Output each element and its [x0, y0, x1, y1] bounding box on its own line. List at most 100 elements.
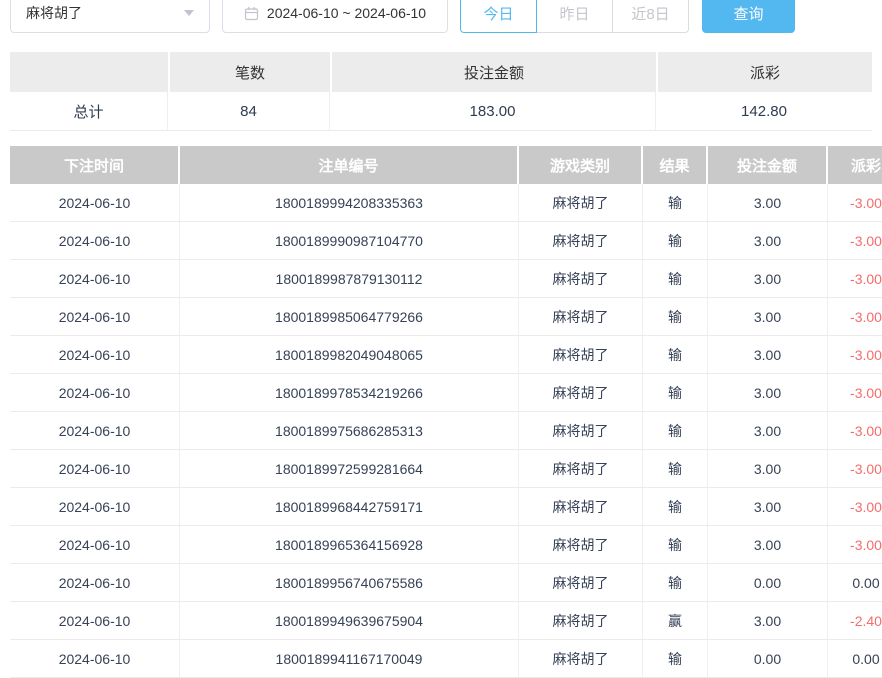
summary-total-label: 总计: [10, 92, 168, 131]
date-range-value: 2024-06-10 ~ 2024-06-10: [267, 5, 426, 21]
cell-result: 输: [643, 488, 708, 526]
last-8-days-button[interactable]: 近8日: [612, 0, 689, 33]
cell-id: 1800189987879130112: [180, 260, 519, 298]
cell-time: 2024-06-10: [10, 260, 180, 298]
cell-result: 输: [643, 412, 708, 450]
cell-id: 1800189941167170049: [180, 640, 519, 678]
table-row: 2024-06-101800189987879130112麻将胡了输3.00-3…: [10, 260, 882, 298]
header-payout: 派彩: [828, 146, 882, 184]
cell-game: 麻将胡了: [519, 260, 643, 298]
cell-result: 输: [643, 450, 708, 488]
cell-payout: -3.00: [828, 488, 882, 526]
cell-payout: -3.00: [828, 526, 882, 564]
cell-id: 1800189965364156928: [180, 526, 519, 564]
cell-payout: -3.00: [828, 260, 882, 298]
cell-payout: 0.00: [828, 640, 882, 678]
table-row: 2024-06-101800189975686285313麻将胡了输3.00-3…: [10, 412, 882, 450]
header-bet-amount: 投注金额: [708, 146, 826, 184]
game-select[interactable]: 麻将胡了: [10, 0, 210, 33]
cell-bet: 3.00: [708, 222, 828, 260]
cell-game: 麻将胡了: [519, 222, 643, 260]
cell-game: 麻将胡了: [519, 412, 643, 450]
cell-id: 1800189982049048065: [180, 336, 519, 374]
bet-table-header-row: 下注时间 注单编号 游戏类别 结果 投注金额 派彩: [10, 146, 882, 184]
cell-bet: 3.00: [708, 602, 828, 640]
cell-bet: 3.00: [708, 374, 828, 412]
summary-header-bet-amount: 投注金额: [332, 52, 656, 92]
summary-total-payout: 142.80: [656, 92, 872, 131]
summary-total-count: 84: [168, 92, 330, 131]
summary-header-row: 笔数 投注金额 派彩: [10, 52, 872, 92]
cell-game: 麻将胡了: [519, 602, 643, 640]
cell-game: 麻将胡了: [519, 640, 643, 678]
cell-result: 输: [643, 564, 708, 602]
cell-time: 2024-06-10: [10, 450, 180, 488]
cell-payout: -3.00: [828, 336, 882, 374]
cell-result: 输: [643, 640, 708, 678]
table-row: 2024-06-101800189949639675904麻将胡了赢3.00-2…: [10, 602, 882, 640]
cell-id: 1800189972599281664: [180, 450, 519, 488]
cell-payout: -3.00: [828, 450, 882, 488]
cell-game: 麻将胡了: [519, 336, 643, 374]
table-row: 2024-06-101800189941167170049麻将胡了输0.000.…: [10, 640, 882, 678]
cell-id: 1800189968442759171: [180, 488, 519, 526]
cell-bet: 0.00: [708, 640, 828, 678]
cell-time: 2024-06-10: [10, 298, 180, 336]
table-row: 2024-06-101800189978534219266麻将胡了输3.00-3…: [10, 374, 882, 412]
cell-time: 2024-06-10: [10, 602, 180, 640]
summary-header-blank: [10, 52, 168, 92]
cell-time: 2024-06-10: [10, 564, 180, 602]
cell-bet: 3.00: [708, 260, 828, 298]
today-button[interactable]: 今日: [460, 0, 537, 33]
yesterday-button[interactable]: 昨日: [536, 0, 613, 33]
cell-time: 2024-06-10: [10, 412, 180, 450]
summary-table: 笔数 投注金额 派彩 总计 84 183.00 142.80: [10, 52, 872, 131]
cell-id: 1800189990987104770: [180, 222, 519, 260]
cell-game: 麻将胡了: [519, 298, 643, 336]
table-row: 2024-06-101800189994208335363麻将胡了输3.00-3…: [10, 184, 882, 222]
cell-payout: -3.00: [828, 222, 882, 260]
cell-id: 1800189994208335363: [180, 184, 519, 222]
cell-result: 输: [643, 298, 708, 336]
cell-payout: 0.00: [828, 564, 882, 602]
cell-payout: -3.00: [828, 298, 882, 336]
cell-game: 麻将胡了: [519, 184, 643, 222]
cell-time: 2024-06-10: [10, 374, 180, 412]
search-button[interactable]: 查询: [702, 0, 795, 33]
cell-bet: 3.00: [708, 184, 828, 222]
cell-payout: -3.00: [828, 374, 882, 412]
cell-time: 2024-06-10: [10, 488, 180, 526]
header-result: 结果: [643, 146, 706, 184]
table-row: 2024-06-101800189985064779266麻将胡了输3.00-3…: [10, 298, 882, 336]
cell-time: 2024-06-10: [10, 526, 180, 564]
table-row: 2024-06-101800189965364156928麻将胡了输3.00-3…: [10, 526, 882, 564]
cell-time: 2024-06-10: [10, 184, 180, 222]
cell-payout: -2.40: [828, 602, 882, 640]
cell-id: 1800189975686285313: [180, 412, 519, 450]
summary-total-bet-amount: 183.00: [330, 92, 656, 131]
cell-bet: 3.00: [708, 488, 828, 526]
cell-bet: 3.00: [708, 412, 828, 450]
table-row: 2024-06-101800189982049048065麻将胡了输3.00-3…: [10, 336, 882, 374]
bet-records-table: 下注时间 注单编号 游戏类别 结果 投注金额 派彩 2024-06-101800…: [10, 146, 882, 678]
cell-id: 1800189956740675586: [180, 564, 519, 602]
summary-header-payout: 派彩: [658, 52, 872, 92]
cell-result: 输: [643, 184, 708, 222]
cell-id: 1800189985064779266: [180, 298, 519, 336]
header-game-type: 游戏类别: [519, 146, 641, 184]
table-row: 2024-06-101800189968442759171麻将胡了输3.00-3…: [10, 488, 882, 526]
table-row: 2024-06-101800189972599281664麻将胡了输3.00-3…: [10, 450, 882, 488]
cell-bet: 3.00: [708, 526, 828, 564]
summary-total-row: 总计 84 183.00 142.80: [10, 92, 872, 131]
date-range-input[interactable]: 2024-06-10 ~ 2024-06-10: [222, 0, 448, 33]
cell-payout: -3.00: [828, 184, 882, 222]
cell-game: 麻将胡了: [519, 564, 643, 602]
bet-table-body: 2024-06-101800189994208335363麻将胡了输3.00-3…: [10, 184, 882, 678]
cell-payout: -3.00: [828, 412, 882, 450]
cell-bet: 0.00: [708, 564, 828, 602]
cell-game: 麻将胡了: [519, 374, 643, 412]
cell-game: 麻将胡了: [519, 450, 643, 488]
game-select-value: 麻将胡了: [26, 3, 82, 23]
table-row: 2024-06-101800189990987104770麻将胡了输3.00-3…: [10, 222, 882, 260]
cell-bet: 3.00: [708, 336, 828, 374]
